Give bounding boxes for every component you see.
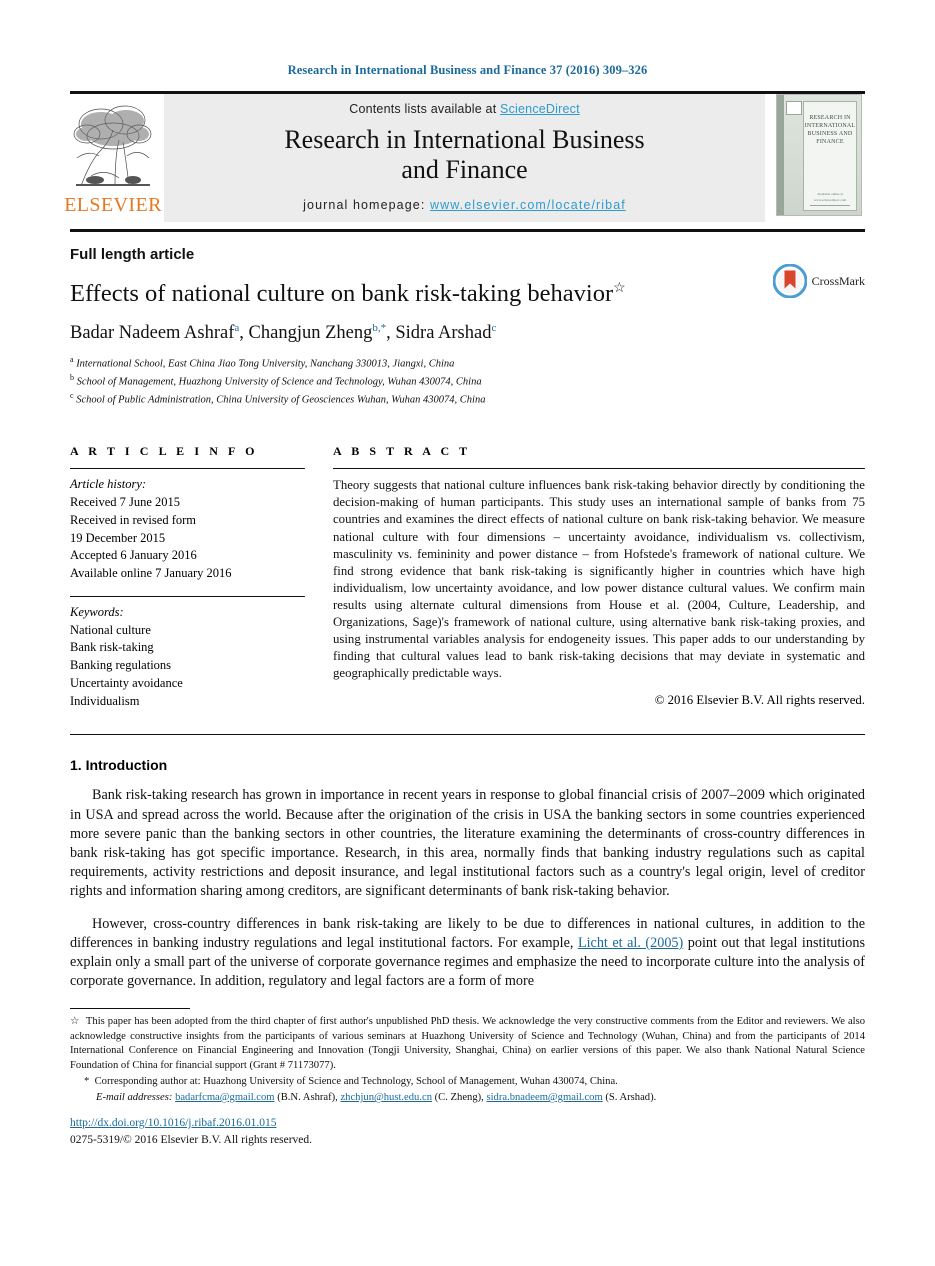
- journal-banner: Contents lists available at ScienceDirec…: [164, 94, 765, 222]
- journal-cover-thumbnail[interactable]: RESEARCH IN INTERNATIONAL BUSINESS AND F…: [776, 94, 862, 216]
- corresponding-author-text: Corresponding author at: Huazhong Univer…: [94, 1076, 618, 1088]
- author-affiliation-marker[interactable]: a: [234, 322, 239, 334]
- affiliation-marker: c: [70, 391, 74, 401]
- sciencedirect-link[interactable]: ScienceDirect: [500, 102, 580, 116]
- abstract-column: A B S T R A C T Theory suggests that nat…: [333, 444, 865, 710]
- cover-footer-text: Available online at www.sciencedirect.co…: [813, 191, 847, 202]
- footnote-star-marker: ☆: [70, 1016, 80, 1027]
- running-head: Research in International Business and F…: [287, 63, 648, 77]
- elsevier-logo: ELSEVIER: [64, 94, 161, 222]
- author-name[interactable]: Sidra Arshad: [395, 324, 491, 344]
- keywords-block: Keywords: National culture Bank risk-tak…: [70, 604, 305, 711]
- affiliation-list: a International School, East China Jiao …: [70, 354, 865, 409]
- affiliation-marker: b: [70, 372, 74, 382]
- keyword-item: Bank risk-taking: [70, 640, 154, 655]
- cover-elsevier-mark-icon: [786, 101, 802, 115]
- abstract-bottom-rule: [70, 734, 865, 736]
- crossmark-label: CrossMark: [811, 273, 865, 288]
- cover-panel: RESEARCH IN INTERNATIONAL BUSINESS AND F…: [803, 101, 857, 211]
- affiliation-marker: a: [70, 354, 74, 364]
- journal-title-line2: and Finance: [401, 155, 528, 185]
- history-item: Available online 7 January 2016: [70, 566, 232, 581]
- journal-homepage-link[interactable]: www.elsevier.com/locate/ribaf: [430, 198, 626, 212]
- article-header: Full length article Effects of national …: [70, 232, 865, 408]
- paper-page: Research in International Business and F…: [0, 0, 935, 1266]
- history-item: Received in revised form: [70, 512, 196, 527]
- cover-title: RESEARCH IN INTERNATIONAL BUSINESS AND F…: [804, 115, 856, 146]
- contents-prefix: Contents lists available at: [349, 102, 501, 116]
- footnote-rule: [70, 1008, 190, 1009]
- history-item: Accepted 6 January 2016: [70, 548, 197, 563]
- issn-copyright: 0275-5319/© 2016 Elsevier B.V. All right…: [70, 1134, 313, 1147]
- body-paragraph: However, cross-country differences in ba…: [70, 915, 865, 992]
- abstract-heading: A B S T R A C T: [333, 444, 471, 459]
- keyword-item: Banking regulations: [70, 658, 172, 673]
- journal-masthead: ELSEVIER Contents lists available at Sci…: [64, 91, 865, 222]
- article-title-text: Effects of national culture on bank risk…: [70, 280, 614, 307]
- footnote-star-text: This paper has been adopted from the thi…: [70, 1016, 866, 1071]
- elsevier-tree-icon: [73, 105, 152, 187]
- journal-title: Research in International Business and F…: [284, 125, 644, 185]
- email-owner: (C. Zheng),: [434, 1092, 484, 1104]
- article-history-label: Article history:: [70, 477, 147, 492]
- affiliation-text: School of Management, Huazhong Universit…: [76, 376, 482, 388]
- affiliation-item: a International School, East China Jiao …: [70, 354, 865, 372]
- contents-available-line: Contents lists available at ScienceDirec…: [349, 102, 580, 116]
- body-paragraph: Bank risk-taking research has grown in i…: [70, 787, 865, 900]
- footnote-star: ☆ This paper has been adopted from the t…: [70, 1015, 865, 1073]
- cover-spine: [777, 95, 784, 215]
- homepage-prefix: journal homepage:: [303, 198, 430, 213]
- email-owner: (S. Arshad).: [605, 1092, 657, 1104]
- author-name[interactable]: Changjun Zheng: [249, 324, 373, 344]
- article-info-heading: A R T I C L E I N F O: [70, 444, 259, 459]
- abstract-copyright: © 2016 Elsevier B.V. All rights reserved…: [654, 693, 865, 708]
- footnote-asterisk-marker: *: [84, 1076, 90, 1088]
- journal-cover-block: RESEARCH IN INTERNATIONAL BUSINESS AND F…: [773, 94, 865, 222]
- article-info-column: A R T I C L E I N F O Article history: R…: [70, 444, 305, 710]
- title-footnote-marker[interactable]: ☆: [613, 281, 626, 296]
- citation-link[interactable]: Licht et al. (2005): [578, 935, 683, 951]
- info-abstract-row: A R T I C L E I N F O Article history: R…: [70, 444, 865, 710]
- article-info-rule: [70, 468, 305, 470]
- author-affiliation-marker[interactable]: b,*: [372, 322, 386, 334]
- history-item: 19 December 2015: [70, 530, 166, 545]
- affiliation-item: b School of Management, Huazhong Univers…: [70, 372, 865, 390]
- email-link[interactable]: badarfcma@gmail.com: [175, 1092, 274, 1103]
- abstract-text: Theory suggests that national culture in…: [333, 478, 865, 681]
- keywords-rule: [70, 595, 305, 597]
- email-owner: (B.N. Ashraf),: [277, 1092, 338, 1104]
- section-heading-introduction: 1. Introduction: [70, 757, 168, 774]
- author-name[interactable]: Badar Nadeem Ashraf: [70, 324, 234, 344]
- elsevier-wordmark: ELSEVIER: [64, 194, 162, 216]
- affiliation-item: c School of Public Administration, China…: [70, 390, 865, 408]
- journal-homepage-line: journal homepage: www.elsevier.com/locat…: [303, 198, 626, 212]
- affiliation-text: International School, East China Jiao To…: [76, 358, 455, 370]
- affiliation-text: School of Public Administration, China U…: [76, 394, 486, 406]
- email-link[interactable]: zhchjun@hust.edu.cn: [340, 1092, 432, 1103]
- email-link[interactable]: sidra.bnadeem@gmail.com: [486, 1092, 602, 1103]
- article-type-label: Full length article: [70, 246, 195, 263]
- keyword-item: Uncertainty avoidance: [70, 675, 183, 690]
- page-title: Effects of national culture on bank risk…: [70, 279, 865, 308]
- doi-link[interactable]: http://dx.doi.org/10.1016/j.ribaf.2016.0…: [70, 1117, 276, 1129]
- journal-title-line1: Research in International Business: [284, 125, 645, 154]
- crossmark-badge[interactable]: CrossMark: [772, 264, 865, 298]
- keywords-label: Keywords:: [70, 604, 124, 619]
- footnote-emails: E-mail addresses: badarfcma@gmail.com (B…: [70, 1091, 865, 1106]
- article-history-block: Article history: Received 7 June 2015 Re…: [70, 476, 305, 583]
- footnote-corresponding-author: * Corresponding author at: Huazhong Univ…: [70, 1075, 865, 1090]
- keyword-item: Individualism: [70, 693, 140, 708]
- keyword-item: National culture: [70, 622, 151, 637]
- footer-block: http://dx.doi.org/10.1016/j.ribaf.2016.0…: [70, 1113, 312, 1150]
- introduction-section: 1. Introduction Bank risk-taking researc…: [70, 757, 865, 991]
- emails-label: E-mail addresses:: [96, 1092, 173, 1104]
- footnote-block: ☆ This paper has been adopted from the t…: [70, 1008, 865, 1106]
- author-affiliation-marker[interactable]: c: [491, 322, 496, 334]
- author-list: Badar Nadeem Ashrafa, Changjun Zhengb,*,…: [70, 322, 497, 344]
- history-item: Received 7 June 2015: [70, 495, 181, 510]
- crossmark-icon: [772, 264, 807, 298]
- abstract-rule: [333, 468, 865, 470]
- cover-rule: [810, 205, 850, 206]
